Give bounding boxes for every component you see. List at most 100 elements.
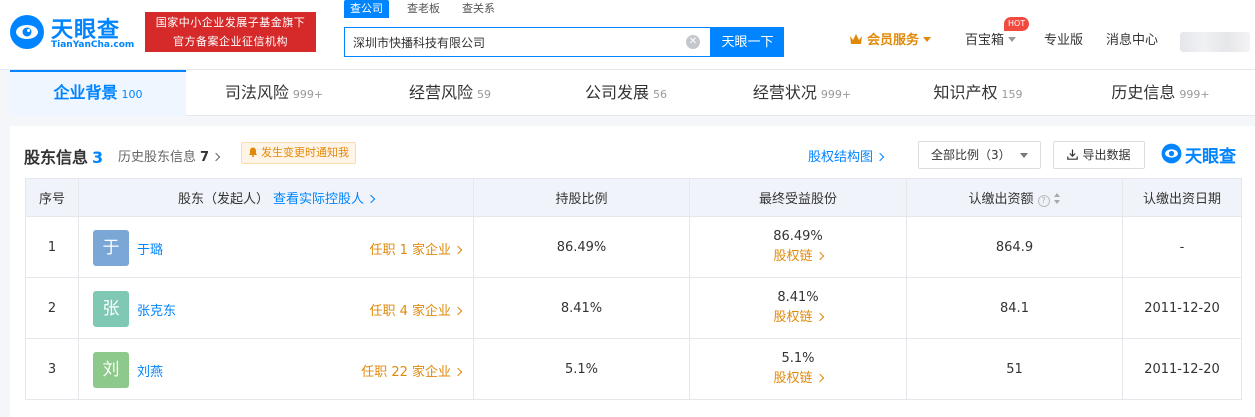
- holder-cell: 于 于璐 任职 1 家企业: [78, 216, 474, 278]
- benefit-cell: 86.49% 股权链: [689, 216, 907, 278]
- message-center-link[interactable]: 消息中心: [1106, 30, 1158, 52]
- equity-chain-link[interactable]: 股权链: [690, 308, 906, 328]
- capital-cell: 51: [906, 338, 1123, 400]
- tab-operating-status[interactable]: 经营状况 999+: [714, 70, 890, 116]
- positions-link[interactable]: 任职 1 家企业: [369, 239, 463, 258]
- search-input[interactable]: [353, 28, 683, 56]
- search-button[interactable]: 天眼一下: [711, 27, 784, 57]
- benefit-value: 5.1%: [781, 351, 815, 366]
- holder-name-link[interactable]: 于璐: [137, 239, 163, 258]
- positions-label: 任职 22 家企业: [361, 365, 451, 380]
- tab-enterprise-background[interactable]: 企业背景 100: [10, 70, 186, 116]
- ratio-filter-value: 全部比例（3）: [931, 148, 1011, 162]
- search-tab-company[interactable]: 查公司: [344, 0, 389, 18]
- chevron-right-icon: [815, 312, 824, 322]
- table-row: 2 张 张克东 任职 4 家企业 8.41% 8.41% 股权链 84.1 20…: [25, 277, 1242, 339]
- site-logo[interactable]: 天眼查 TianYanCha.com: [9, 12, 134, 54]
- positions-link[interactable]: 任职 4 家企业: [369, 300, 463, 319]
- treasure-box-label: 百宝箱: [965, 33, 1005, 48]
- avatar[interactable]: 刘: [93, 352, 129, 388]
- crown-icon: [850, 34, 862, 44]
- tab-count: 100: [121, 88, 143, 101]
- member-service-label: 会员服务: [867, 33, 920, 48]
- notify-button[interactable]: 发生变更时通知我: [241, 142, 356, 164]
- equity-chain-link[interactable]: 股权链: [690, 369, 906, 389]
- chevron-down-icon: [923, 37, 932, 42]
- col-header-holder: 股东（发起人） 查看实际控股人: [78, 178, 474, 217]
- notify-label: 发生变更时通知我: [261, 146, 349, 159]
- search-tab-relation[interactable]: 查关系: [462, 0, 495, 18]
- shareholder-table: 序号 股东（发起人） 查看实际控股人 持股比例 最终受益股份 认缴出资额? 认缴出…: [25, 178, 1242, 400]
- chevron-right-icon: [211, 152, 221, 162]
- chevron-right-icon: [815, 251, 824, 261]
- date-cell: 2011-12-20: [1122, 277, 1242, 339]
- tab-intellectual-property[interactable]: 知识产权 159: [890, 70, 1066, 116]
- section-count: 3: [92, 148, 104, 167]
- search-box: ✕: [344, 27, 711, 57]
- table-row: 1 于 于璐 任职 1 家企业 86.49% 86.49% 股权链 864.9 …: [25, 216, 1242, 278]
- history-label: 历史股东信息: [118, 150, 197, 165]
- download-icon: [1067, 149, 1079, 160]
- capital-cell: 84.1: [906, 277, 1123, 339]
- ratio-filter-select[interactable]: 全部比例（3）: [918, 141, 1041, 169]
- avatar[interactable]: 张: [93, 291, 129, 327]
- holder-name-link[interactable]: 刘燕: [137, 361, 163, 380]
- benefit-value: 8.41%: [777, 290, 819, 305]
- equity-chain-link[interactable]: 股权链: [690, 247, 906, 267]
- date-cell: -: [1122, 216, 1242, 278]
- holder-cell: 刘 刘燕 任职 22 家企业: [78, 338, 474, 400]
- col-header-capital[interactable]: 认缴出资额?: [906, 178, 1123, 217]
- equity-chain-label: 股权链: [773, 371, 813, 386]
- tab-label: 经营状况: [752, 83, 817, 102]
- avatar[interactable]: 于: [93, 230, 129, 266]
- row-index: 2: [25, 277, 79, 339]
- equity-structure-label: 股权结构图: [808, 150, 874, 165]
- tab-judicial-risk[interactable]: 司法风险 999+: [186, 70, 362, 116]
- gov-badge: 国家中小企业发展子基金旗下 官方备案企业征信机构: [145, 12, 316, 52]
- history-shareholder-link[interactable]: 历史股东信息 7: [118, 146, 221, 165]
- benefit-value: 86.49%: [773, 229, 823, 244]
- tab-label: 知识产权: [933, 83, 998, 102]
- equity-structure-link[interactable]: 股权结构图: [808, 146, 885, 165]
- col-header-benefit: 最终受益股份: [689, 178, 907, 217]
- treasure-box-menu[interactable]: 百宝箱: [965, 30, 1017, 52]
- benefit-cell: 5.1% 股权链: [689, 338, 907, 400]
- holder-name-link[interactable]: 张克东: [137, 300, 176, 319]
- chevron-right-icon: [815, 373, 824, 383]
- capital-cell: 864.9: [906, 216, 1123, 278]
- pro-version-link[interactable]: 专业版: [1044, 30, 1083, 52]
- ratio-cell: 8.41%: [473, 277, 690, 339]
- actual-controller-link[interactable]: 查看实际控股人: [273, 192, 376, 207]
- export-data-button[interactable]: 导出数据: [1053, 141, 1145, 169]
- tab-operating-risk[interactable]: 经营风险 59: [362, 70, 538, 116]
- chevron-down-icon: [1008, 37, 1017, 42]
- row-index: 3: [25, 338, 79, 400]
- chevron-down-icon: [1020, 153, 1028, 158]
- member-service-menu[interactable]: 会员服务: [849, 30, 932, 52]
- bell-icon: [249, 147, 257, 157]
- sort-icon[interactable]: [1053, 193, 1061, 204]
- help-icon[interactable]: ?: [1037, 195, 1050, 207]
- col-header-date: 认缴出资日期: [1122, 178, 1242, 217]
- table-row: 3 刘 刘燕 任职 22 家企业 5.1% 5.1% 股权链 51 2011-1…: [25, 338, 1242, 400]
- ratio-cell: 86.49%: [473, 216, 690, 278]
- actual-controller-label: 查看实际控股人: [273, 192, 365, 207]
- tab-count: 159: [1001, 88, 1023, 101]
- user-avatar[interactable]: [1180, 32, 1250, 52]
- tianyancha-logo-icon: [10, 15, 44, 49]
- holder-cell: 张 张克东 任职 4 家企业: [78, 277, 474, 339]
- positions-link[interactable]: 任职 22 家企业: [361, 361, 463, 380]
- top-header: 天眼查 TianYanCha.com 国家中小企业发展子基金旗下 官方备案企业征…: [0, 0, 1255, 70]
- clear-icon[interactable]: ✕: [686, 35, 700, 49]
- tab-company-development[interactable]: 公司发展 56: [538, 70, 714, 116]
- ratio-cell: 5.1%: [473, 338, 690, 400]
- gov-badge-line1: 国家中小企业发展子基金旗下: [155, 16, 306, 29]
- col-header-index: 序号: [25, 178, 79, 217]
- row-index: 1: [25, 216, 79, 278]
- tab-history-info[interactable]: 历史信息 999+: [1066, 70, 1255, 116]
- tab-count: 999+: [1179, 88, 1210, 101]
- search-tab-boss[interactable]: 查老板: [407, 0, 440, 18]
- tianyancha-watermark: 天眼查: [1161, 141, 1245, 167]
- positions-label: 任职 1 家企业: [369, 243, 451, 258]
- history-count: 7: [200, 150, 210, 165]
